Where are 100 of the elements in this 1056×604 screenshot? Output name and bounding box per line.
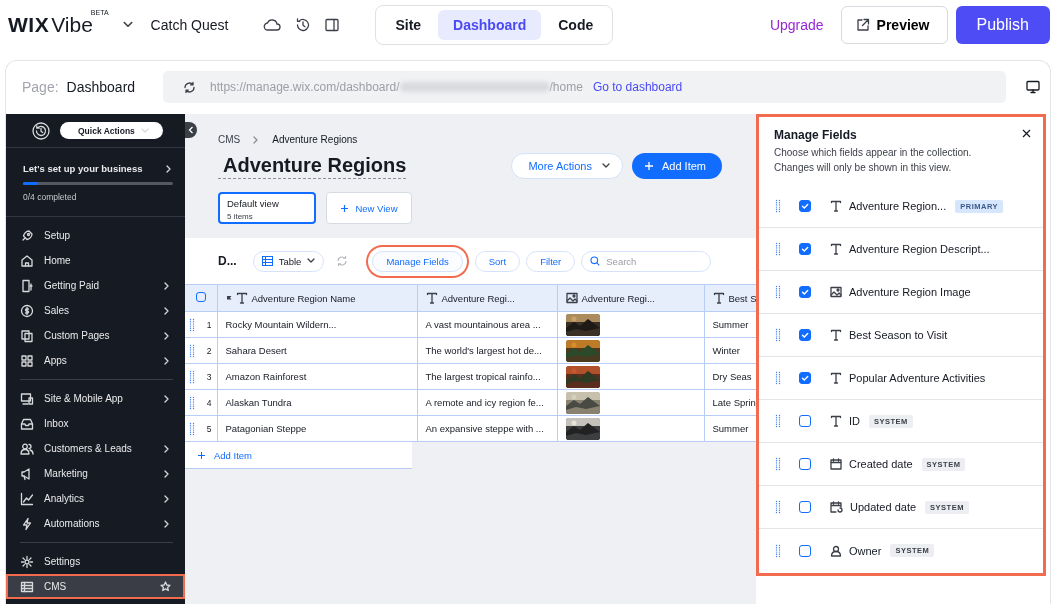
sidebar-item[interactable]: Settings	[6, 549, 185, 574]
view-name: Default view	[227, 198, 280, 209]
drag-handle-icon	[775, 242, 781, 256]
url-text: https://manage.wix.com/dashboard/	[210, 80, 400, 94]
collection-title[interactable]: Adventure Regions	[218, 153, 407, 179]
field-name: Updated date	[850, 501, 917, 513]
table-cell: Alaskan Tundra	[225, 397, 292, 408]
field-name: ID	[849, 415, 860, 427]
sidebar-item[interactable]: Home	[6, 248, 185, 273]
upgrade-link[interactable]: Upgrade	[769, 17, 824, 33]
breadcrumb-item[interactable]: CMS	[218, 134, 241, 145]
add-item-link[interactable]: Add Item	[185, 442, 412, 469]
caret-icon	[601, 163, 610, 169]
sidebar-item[interactable]: Apps	[6, 348, 185, 373]
field-name: Adventure Region Descript...	[849, 243, 990, 255]
plus-icon	[197, 450, 206, 460]
toolbar-button[interactable]: Sort	[474, 250, 521, 272]
collapse-button[interactable]	[185, 122, 197, 138]
checkbox[interactable]	[799, 415, 811, 427]
desktop-icon[interactable]	[1026, 80, 1040, 94]
new-view-button[interactable]: New View	[326, 192, 412, 224]
chevron-icon	[163, 394, 171, 403]
star-icon[interactable]	[160, 581, 171, 592]
field-name: Best Season to Visit	[849, 329, 948, 341]
text-type-icon	[830, 329, 842, 341]
history-icon[interactable]	[295, 17, 312, 33]
chevron-icon	[163, 494, 171, 503]
mode-tab[interactable]: Dashboard	[438, 10, 542, 40]
flag-icon	[225, 294, 232, 302]
sidebar-item[interactable]: Site & Mobile App	[6, 386, 185, 411]
setup-title[interactable]: Let's set up your business	[23, 163, 143, 174]
history-icon[interactable]	[32, 121, 50, 140]
apps-icon	[20, 353, 34, 368]
address-field[interactable]: https://manage.wix.com/dashboard/ /home Go to dashboard	[163, 71, 1006, 103]
sidebar-item[interactable]: Getting Paid	[6, 273, 185, 298]
sidebar-item[interactable]: Sales	[6, 298, 185, 323]
drag-handle-icon	[775, 543, 781, 558]
sidebar-item[interactable]: Custom Pages	[6, 323, 185, 348]
close-button[interactable]	[1022, 129, 1031, 138]
plus-icon	[340, 203, 350, 213]
image-type-icon	[565, 292, 578, 304]
checkbox[interactable]	[799, 243, 811, 255]
mode-tab[interactable]: Code	[543, 10, 609, 40]
add-item-button[interactable]: Add Item	[631, 153, 722, 179]
panel-icon[interactable]	[325, 18, 340, 32]
drag-handle-icon	[189, 317, 195, 332]
publish-button[interactable]: Publish	[955, 6, 1050, 44]
panel-title: Manage Fields	[774, 128, 857, 142]
text-type-icon	[830, 372, 842, 384]
checkbox[interactable]	[196, 292, 206, 302]
quick-actions-button[interactable]: Quick Actions	[60, 122, 163, 139]
item-count: 5 items	[227, 212, 254, 221]
sidebar-item[interactable]: Automations	[6, 511, 185, 536]
checkbox[interactable]	[799, 458, 811, 470]
table-cell: Sahara Desert	[225, 345, 287, 356]
table-cell: A remote and icy region fe...	[425, 397, 544, 408]
text-type-icon	[712, 292, 725, 304]
checkbox[interactable]	[799, 286, 811, 298]
checkbox[interactable]	[799, 544, 811, 557]
cloud-icon[interactable]	[263, 18, 282, 32]
search-icon	[590, 256, 601, 266]
people-icon	[20, 441, 34, 456]
caret-icon	[140, 127, 149, 134]
table-cell: The largest tropical rainfo...	[425, 371, 541, 382]
sidebar-item[interactable]: Marketing	[6, 461, 185, 486]
url-text: /home	[549, 80, 583, 94]
breadcrumb-item: Adventure Regions	[272, 134, 358, 145]
drag-handle-icon	[189, 395, 195, 410]
layout-dropdown[interactable]: Table	[252, 250, 325, 272]
more-actions-button[interactable]: More Actions	[511, 153, 623, 179]
text-type-icon	[830, 200, 842, 212]
mode-tab[interactable]: Site	[380, 10, 437, 40]
preview-button[interactable]: Preview	[840, 6, 948, 44]
site-name[interactable]: Catch Quest	[150, 17, 229, 33]
drag-handle-icon	[189, 369, 195, 384]
sidebar-item[interactable]: Analytics	[6, 486, 185, 511]
image-type-icon	[830, 286, 842, 298]
checkbox[interactable]	[799, 372, 811, 384]
table-cell: An expansive steppe with ...	[425, 423, 544, 434]
table-cell: Late Sprin	[712, 397, 756, 408]
sidebar-item[interactable]: Setup	[6, 223, 185, 248]
calendar-refresh-icon	[830, 501, 843, 513]
refresh-icon[interactable]	[183, 80, 197, 94]
row-number: 4	[205, 397, 213, 408]
toolbar-button[interactable]: Filter	[526, 250, 576, 272]
sidebar-item[interactable]: CMS	[6, 574, 185, 599]
dashboard-link[interactable]: Go to dashboard	[592, 80, 683, 94]
checkbox[interactable]	[799, 329, 811, 341]
checkbox[interactable]	[799, 200, 811, 212]
table-icon	[20, 579, 34, 594]
drag-handle-icon	[775, 414, 781, 428]
chevron-icon	[163, 469, 171, 478]
page-name[interactable]: Dashboard	[66, 79, 136, 95]
view-card[interactable]: Default view 5 items	[218, 192, 316, 224]
chevron-icon	[165, 164, 173, 173]
checkbox[interactable]	[799, 501, 811, 513]
sidebar-item[interactable]: Inbox	[6, 411, 185, 436]
drag-handle-icon	[775, 328, 781, 342]
sidebar-item[interactable]: Customers & Leads	[6, 436, 185, 461]
plus-icon	[643, 161, 654, 171]
